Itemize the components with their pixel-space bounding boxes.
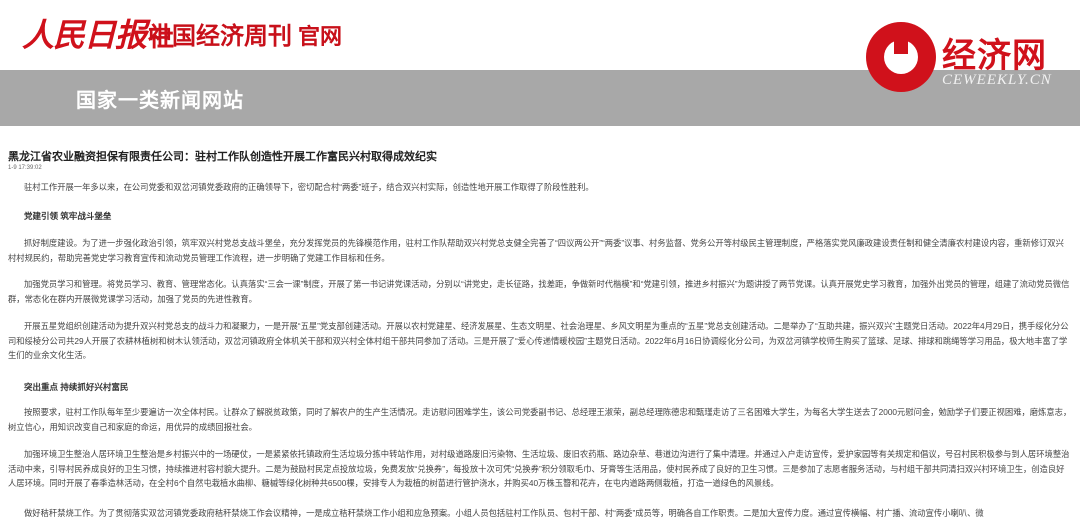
banner-title: 国家一类新闻网站 <box>76 90 244 112</box>
article-paragraph: 做好秸秆禁烧工作。为了贯彻落实双岔河镇党委政府秸秆禁烧工作会议精神，一是成立秸秆… <box>24 508 984 518</box>
jjw-logo-icon <box>866 22 936 92</box>
jjw-logo-icon-mark <box>894 32 908 54</box>
ceweekly-logo[interactable]: 中国经济周刊 官网 <box>148 16 342 51</box>
jjw-logo-domain: CEWEEKLY.CN <box>942 72 1052 88</box>
ceweekly-name: 中国经济周刊 <box>148 24 292 50</box>
jjw-logo-name: 经济网 <box>942 37 1047 75</box>
ceweekly-official-site: 官网 <box>298 24 343 49</box>
article-title: 黑龙江省农业融资担保有限责任公司：驻村工作队创造性开展工作富民兴村取得成效纪实 <box>8 151 437 163</box>
article-time: 1-9 17:39:02 <box>8 165 42 171</box>
article-paragraph: 加强党员学习和管理。将党员学习、教育、管理常态化。认真落实“三会一课”制度，开展… <box>8 279 1070 304</box>
article-paragraph: 驻村工作开展一年多以来，在公司党委和双岔河镇党委政府的正确领导下，密切配合村“两… <box>24 182 594 192</box>
article-paragraph: 加强环境卫生整治人居环境卫生整治是乡村振兴中的一场硬仗，一是紧紧依托镇政府生活垃… <box>8 449 1070 489</box>
section-heading: 党建引领 筑牢战斗堡垒 <box>24 211 112 221</box>
jjw-logo[interactable]: 经济网 CEWEEKLY.CN <box>866 22 1076 102</box>
article-paragraph: 开展五星党组织创建活动为提升双兴村党总支的战斗力和凝聚力，一是开展“五星”党支部… <box>8 321 1069 361</box>
article-paragraph: 按照要求，驻村工作队每年至少要遍访一次全体村民。让群众了解脱贫政策，同时了解农户… <box>8 407 1072 432</box>
section-heading: 突出重点 持续抓好兴村富民 <box>24 382 129 392</box>
rmrb-logo-text: 人民日报 <box>22 17 147 53</box>
article-paragraph: 抓好制度建设。为了进一步强化政治引领，筑牢双兴村党总支战斗堡垒，充分发挥党员的先… <box>8 238 1064 263</box>
